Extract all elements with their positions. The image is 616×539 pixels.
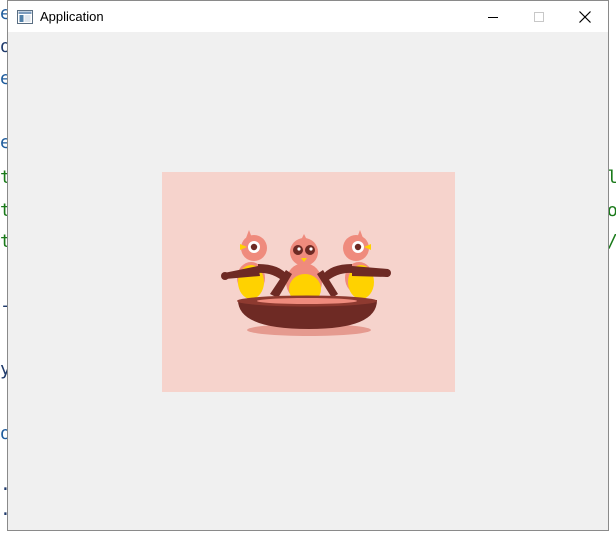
minimize-icon	[488, 16, 498, 18]
title-bar[interactable]: Application	[8, 1, 608, 32]
window-controls	[470, 1, 608, 32]
window-title: Application	[40, 9, 104, 24]
maximize-button[interactable]	[516, 1, 562, 32]
middle-bird	[258, 234, 352, 304]
minimize-button[interactable]	[470, 1, 516, 32]
maximize-icon	[534, 11, 544, 22]
close-icon	[579, 10, 591, 23]
application-window: Application	[7, 0, 609, 531]
nest	[237, 295, 377, 329]
close-button[interactable]	[562, 1, 608, 32]
application-window-icon	[17, 9, 33, 24]
window-client-area	[8, 32, 608, 530]
three-baby-birds-in-nest	[221, 230, 391, 336]
birds-nest-illustration	[162, 172, 455, 392]
